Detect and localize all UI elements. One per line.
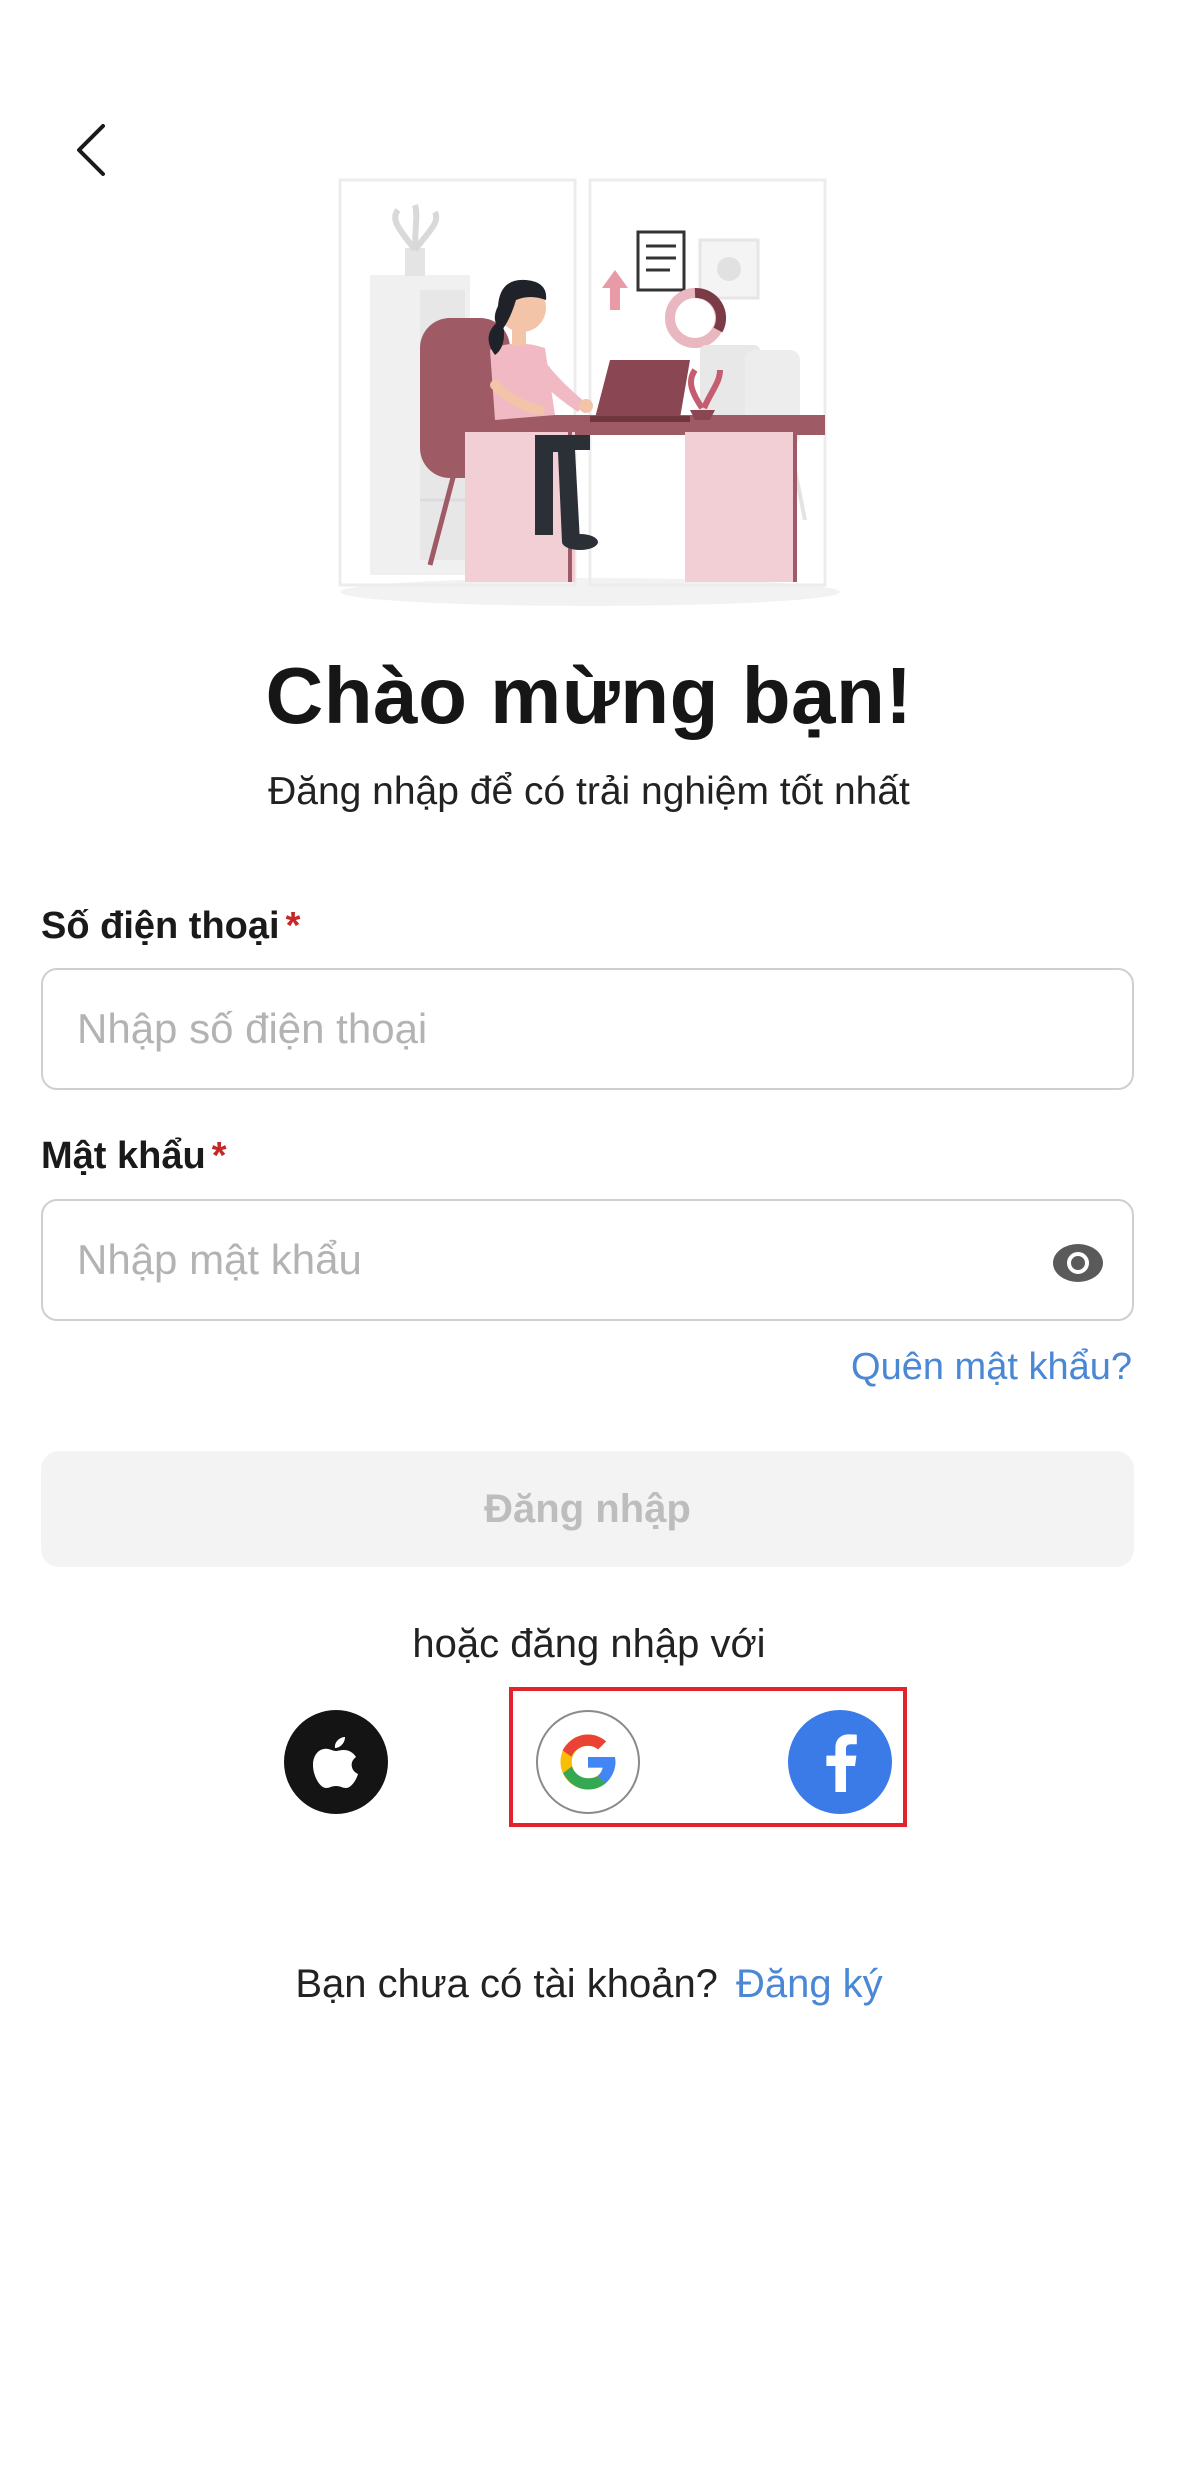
woman-at-desk-illustration (290, 170, 890, 620)
apple-login-button[interactable] (284, 1710, 388, 1814)
password-field[interactable] (41, 1199, 1134, 1321)
phone-label-text: Số điện thoại (41, 905, 280, 947)
google-icon (560, 1734, 616, 1790)
signup-prompt: Bạn chưa có tài khoản? (295, 1962, 718, 2006)
password-label-text: Mật khẩu (41, 1135, 206, 1177)
login-button[interactable]: Đăng nhập (41, 1451, 1134, 1567)
phone-label: Số điện thoại * (41, 905, 300, 948)
signup-row: Bạn chưa có tài khoản? Đăng ký (0, 1962, 1178, 2007)
facebook-login-button[interactable] (788, 1710, 892, 1814)
apple-icon (313, 1737, 358, 1788)
forgot-password-link[interactable]: Quên mật khẩu? (851, 1346, 1132, 1389)
signup-link[interactable]: Đăng ký (736, 1962, 883, 2006)
phone-input[interactable] (43, 970, 1132, 1088)
required-mark: * (211, 1135, 227, 1177)
chevron-left-icon (77, 124, 105, 176)
facebook-icon (826, 1734, 857, 1792)
show-password-toggle[interactable] (1052, 1237, 1104, 1289)
phone-field[interactable] (41, 968, 1134, 1090)
google-login-button[interactable] (536, 1710, 640, 1814)
page-title: Chào mừng bạn! (265, 651, 913, 740)
password-label: Mật khẩu * (41, 1135, 227, 1178)
eye-icon (1053, 1244, 1103, 1282)
required-mark: * (285, 905, 301, 947)
social-login-divider-text: hoặc đăng nhập với (412, 1622, 766, 1666)
back-button[interactable] (60, 112, 120, 188)
page-subtitle: Đăng nhập để có trải nghiệm tốt nhất (268, 770, 910, 813)
password-input[interactable] (43, 1201, 1132, 1319)
